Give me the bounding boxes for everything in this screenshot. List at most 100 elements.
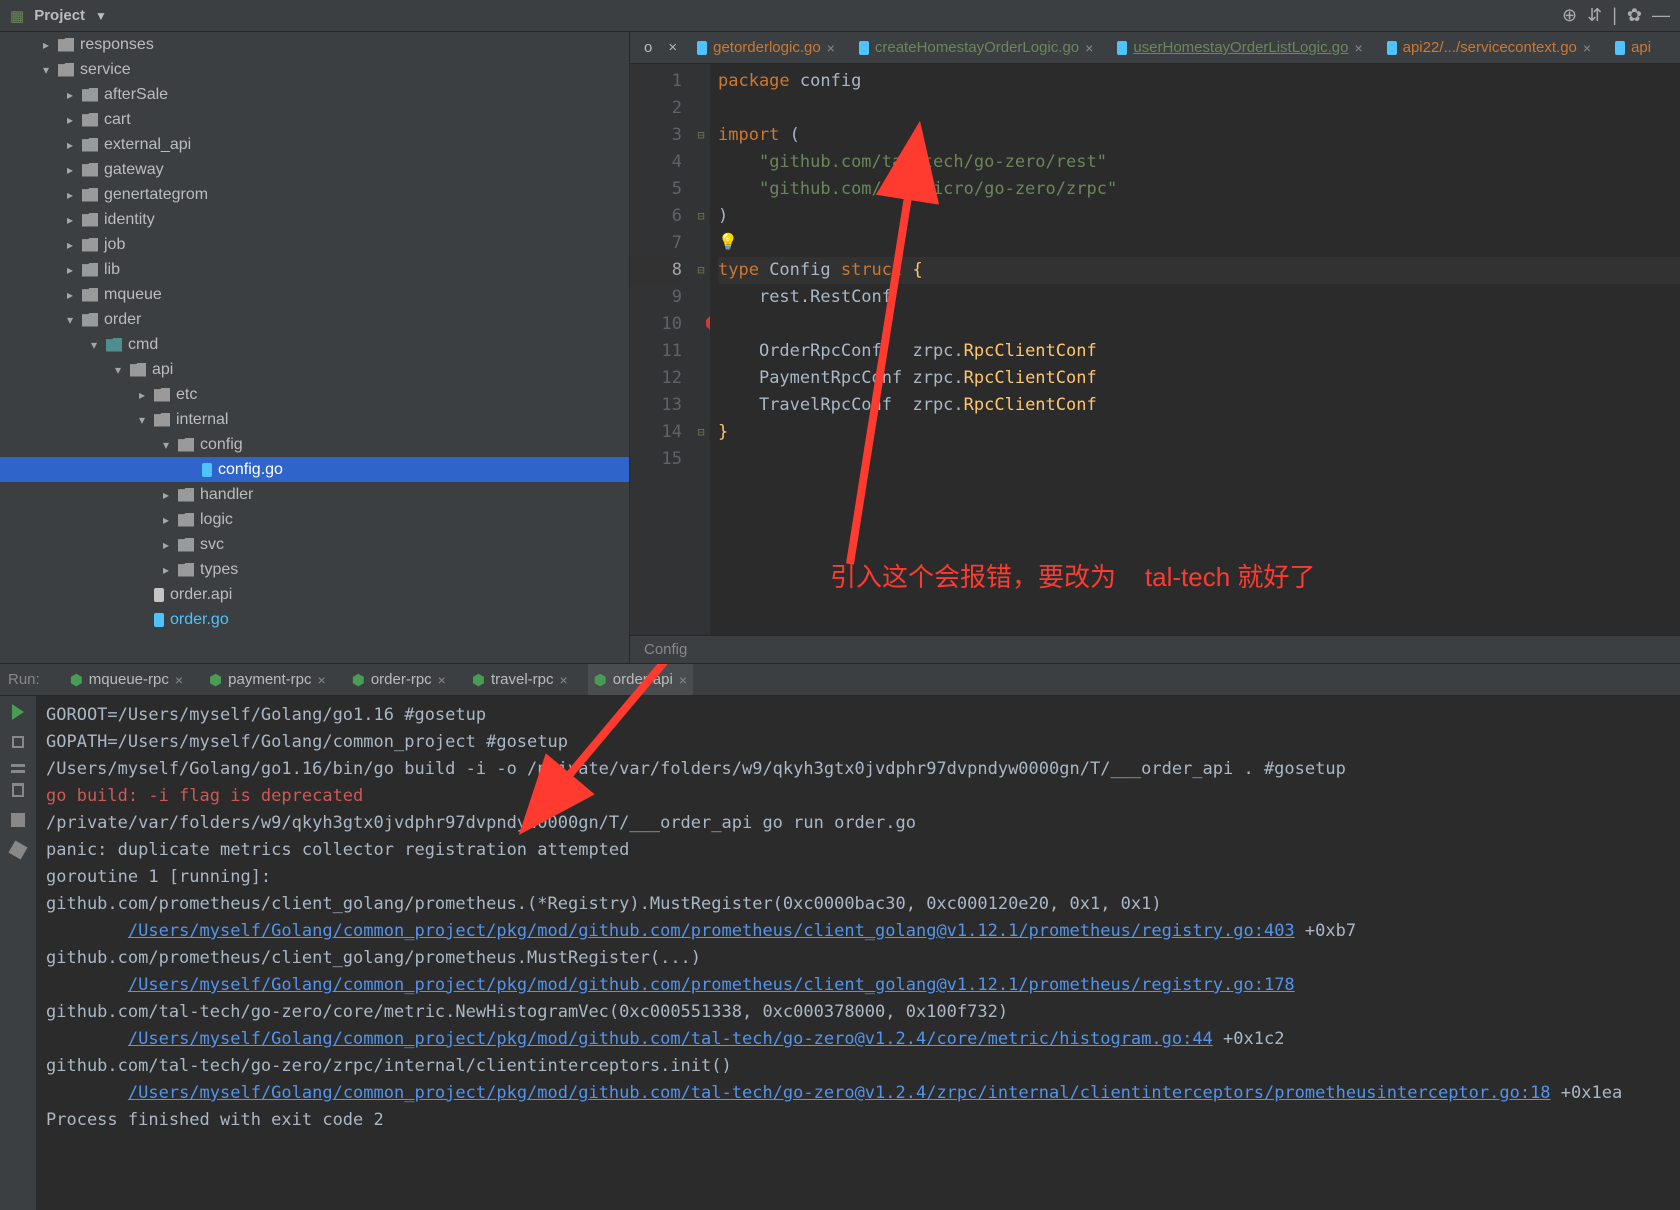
close-icon[interactable]: × xyxy=(175,672,183,688)
gear-icon[interactable]: ✿ xyxy=(1627,5,1642,26)
run-tab[interactable]: ⬢order-api× xyxy=(588,664,693,695)
code-line[interactable]: "github.com/zeromicro/go-zero/zrpc" xyxy=(718,176,1680,203)
chevron-right-icon[interactable]: ▸ xyxy=(64,108,76,132)
code-line[interactable]: } xyxy=(718,419,1680,446)
chevron-right-icon[interactable]: ▸ xyxy=(64,258,76,282)
line-number[interactable]: 5 xyxy=(630,176,682,203)
tree-item-cart[interactable]: ▸cart xyxy=(0,107,629,132)
chevron-right-icon[interactable]: ▸ xyxy=(40,33,52,57)
code-line[interactable] xyxy=(718,311,1680,338)
console-output[interactable]: GOROOT=/Users/myself/Golang/go1.16 #gose… xyxy=(36,696,1680,1210)
run-tab[interactable]: ⬢mqueue-rpc× xyxy=(64,664,189,695)
tree-item-cmd[interactable]: ▾cmd xyxy=(0,332,629,357)
line-number[interactable]: 8 xyxy=(630,257,682,284)
chevron-down-icon[interactable]: ▾ xyxy=(160,433,172,457)
chevron-right-icon[interactable]: ▸ xyxy=(64,158,76,182)
tree-item-order[interactable]: ▾order xyxy=(0,307,629,332)
line-number[interactable]: 3 xyxy=(630,122,682,149)
line-number[interactable]: 10 xyxy=(630,311,682,338)
chevron-right-icon[interactable]: ▸ xyxy=(136,383,148,407)
stack-link[interactable]: /Users/myself/Golang/common_project/pkg/… xyxy=(128,1083,1551,1103)
pin-icon[interactable] xyxy=(8,840,27,859)
tree-item-service[interactable]: ▾service xyxy=(0,57,629,82)
code-line[interactable]: type Config struct { xyxy=(718,257,1680,284)
close-icon[interactable]: × xyxy=(679,672,687,688)
tree-item-external_api[interactable]: ▸external_api xyxy=(0,132,629,157)
line-number[interactable]: 12 xyxy=(630,365,682,392)
close-icon[interactable]: × xyxy=(559,672,567,688)
chevron-right-icon[interactable]: ▸ xyxy=(160,508,172,532)
close-icon[interactable]: × xyxy=(668,39,677,56)
line-number[interactable]: 7 xyxy=(630,230,682,257)
run-icon[interactable] xyxy=(12,704,24,720)
collapse-icon[interactable]: ⇵ xyxy=(1587,5,1602,26)
tree-item-job[interactable]: ▸job xyxy=(0,232,629,257)
chevron-right-icon[interactable]: ▸ xyxy=(64,83,76,107)
chevron-down-icon[interactable]: ▾ xyxy=(112,358,124,382)
line-number[interactable]: 11 xyxy=(630,338,682,365)
code-line[interactable]: ) xyxy=(718,203,1680,230)
chevron-right-icon[interactable]: ▸ xyxy=(160,483,172,507)
chevron-right-icon[interactable]: ▸ xyxy=(64,283,76,307)
line-number[interactable]: 14 xyxy=(630,419,682,446)
tree-item-identity[interactable]: ▸identity xyxy=(0,207,629,232)
fold-icon[interactable]: ⊟ xyxy=(692,419,710,446)
chevron-down-icon[interactable]: ▼ xyxy=(95,9,107,23)
project-panel-header[interactable]: ▦ Project ▼ ⊕ ⇵ | ✿ — xyxy=(0,0,1680,32)
code-line[interactable] xyxy=(718,230,1680,257)
tree-item-afterSale[interactable]: ▸afterSale xyxy=(0,82,629,107)
tree-item-genertategrom[interactable]: ▸genertategrom xyxy=(0,182,629,207)
editor-tab[interactable]: api xyxy=(1611,32,1655,63)
run-tab[interactable]: ⬢payment-rpc× xyxy=(203,664,332,695)
code-line[interactable]: rest.RestConf xyxy=(718,284,1680,311)
editor-tab[interactable]: userHomestayOrderListLogic.go× xyxy=(1113,32,1366,63)
line-number[interactable]: 1 xyxy=(630,68,682,95)
code-editor[interactable]: 123456789101112131415 ⊟⊟⊟⊟ 💡 package con… xyxy=(630,64,1680,635)
tree-item-handler[interactable]: ▸handler xyxy=(0,482,629,507)
trash-icon[interactable] xyxy=(12,783,24,797)
line-number[interactable]: 9 xyxy=(630,284,682,311)
run-tab[interactable]: ⬢travel-rpc× xyxy=(466,664,574,695)
code-line[interactable]: PaymentRpcConf zrpc.RpcClientConf xyxy=(718,365,1680,392)
line-number[interactable]: 6 xyxy=(630,203,682,230)
editor-tab[interactable]: api22/.../servicecontext.go× xyxy=(1383,32,1595,63)
project-tree[interactable]: ▸responses▾service▸afterSale▸cart▸extern… xyxy=(0,32,630,663)
code-line[interactable]: "github.com/tal-tech/go-zero/rest" xyxy=(718,149,1680,176)
code-line[interactable]: OrderRpcConf zrpc.RpcClientConf xyxy=(718,338,1680,365)
tree-item-internal[interactable]: ▾internal xyxy=(0,407,629,432)
stack-link[interactable]: /Users/myself/Golang/common_project/pkg/… xyxy=(128,975,1295,995)
fold-icon[interactable]: ⊟ xyxy=(692,122,710,149)
chevron-down-icon[interactable]: ▾ xyxy=(40,58,52,82)
layout-icon[interactable] xyxy=(11,764,25,767)
hide-icon[interactable]: — xyxy=(1652,5,1670,26)
tree-item-etc[interactable]: ▸etc xyxy=(0,382,629,407)
tree-item-order.api[interactable]: order.api xyxy=(0,582,629,607)
chevron-right-icon[interactable]: ▸ xyxy=(160,533,172,557)
tree-item-types[interactable]: ▸types xyxy=(0,557,629,582)
breadcrumb[interactable]: Config xyxy=(644,641,687,658)
editor-tab[interactable]: getorderlogic.go× xyxy=(693,32,839,63)
close-icon[interactable]: × xyxy=(827,40,835,56)
fold-icon[interactable]: ⊟ xyxy=(692,203,710,230)
tree-item-svc[interactable]: ▸svc xyxy=(0,532,629,557)
tree-item-api[interactable]: ▾api xyxy=(0,357,629,382)
line-number[interactable]: 2 xyxy=(630,95,682,122)
close-icon[interactable]: × xyxy=(1583,40,1591,56)
chevron-right-icon[interactable]: ▸ xyxy=(64,183,76,207)
chevron-down-icon[interactable]: ▾ xyxy=(136,408,148,432)
lightbulb-icon[interactable]: 💡 xyxy=(718,228,738,255)
tree-item-logic[interactable]: ▸logic xyxy=(0,507,629,532)
tree-item-config.go[interactable]: config.go xyxy=(0,457,629,482)
locate-icon[interactable]: ⊕ xyxy=(1562,5,1577,26)
tree-item-order.go[interactable]: order.go xyxy=(0,607,629,632)
code-line[interactable] xyxy=(718,95,1680,122)
chevron-right-icon[interactable]: ▸ xyxy=(160,558,172,582)
run-tab[interactable]: ⬢order-rpc× xyxy=(346,664,452,695)
line-number[interactable]: 13 xyxy=(630,392,682,419)
code-line[interactable]: import ( xyxy=(718,122,1680,149)
stop-icon[interactable] xyxy=(12,736,24,748)
editor-tab[interactable]: createHomestayOrderLogic.go× xyxy=(855,32,1097,63)
run-tabs[interactable]: Run: ⬢mqueue-rpc×⬢payment-rpc×⬢order-rpc… xyxy=(0,664,1680,696)
code-line[interactable] xyxy=(718,446,1680,473)
line-number[interactable]: 4 xyxy=(630,149,682,176)
